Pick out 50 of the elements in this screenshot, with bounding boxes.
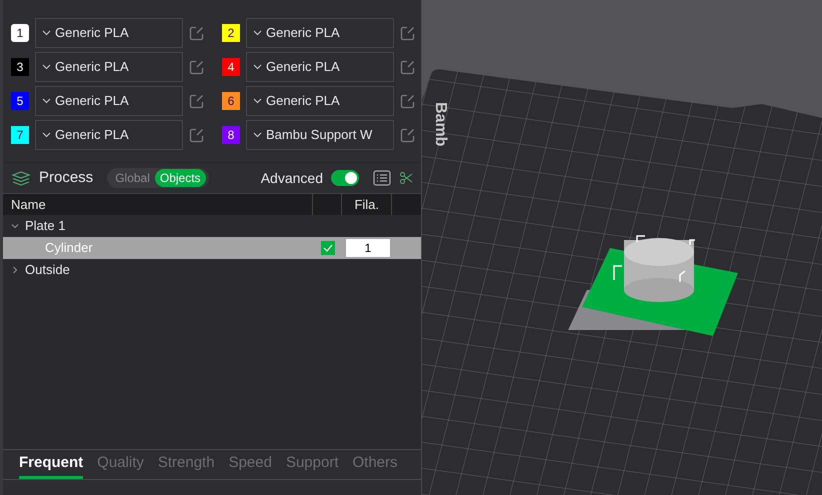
- chevron-icon: [42, 30, 51, 36]
- column-header[interactable]: Name: [3, 194, 312, 215]
- object-row[interactable]: Cylinder 1: [3, 237, 421, 259]
- filament-swatch[interactable]: 5: [11, 92, 29, 110]
- chevron-icon: [42, 98, 51, 104]
- filament-dropdown[interactable]: Generic PLA: [35, 18, 183, 48]
- scissors-icon[interactable]: [399, 171, 413, 185]
- filament-dropdown[interactable]: Generic PLA: [246, 18, 394, 48]
- chevron-icon: [42, 132, 51, 138]
- filament-swatch[interactable]: 6: [222, 92, 240, 110]
- filament-dropdown[interactable]: Generic PLA: [35, 52, 183, 82]
- filament-swatch[interactable]: 4: [222, 58, 240, 76]
- layers-icon: [11, 170, 31, 186]
- chevron-icon: [253, 98, 262, 104]
- edit-icon[interactable]: [400, 94, 415, 108]
- chevron-icon: [42, 64, 51, 70]
- filament-dropdown[interactable]: Generic PLA: [35, 86, 183, 116]
- edit-icon[interactable]: [400, 26, 415, 40]
- list-icon[interactable]: [373, 170, 391, 186]
- filament-dropdown[interactable]: Generic PLA: [35, 120, 183, 150]
- advanced-label: Advanced: [260, 168, 323, 188]
- filament-dropdown[interactable]: Generic PLA: [246, 52, 394, 82]
- filament-dropdown[interactable]: Bambu Support W: [246, 120, 394, 150]
- filament-swatch[interactable]: 1: [11, 24, 29, 42]
- object-row[interactable]: Plate 1: [3, 215, 421, 237]
- filament-swatch[interactable]: 8: [222, 126, 240, 144]
- filament-swatch[interactable]: 2: [222, 24, 240, 42]
- edit-icon[interactable]: [189, 60, 204, 74]
- edit-icon[interactable]: [400, 128, 415, 142]
- chevron-icon[interactable]: [11, 222, 19, 230]
- filament-swatch[interactable]: 7: [11, 126, 29, 144]
- advanced-switch[interactable]: [331, 170, 359, 186]
- object-row[interactable]: Outside: [3, 259, 421, 281]
- object-name: Cylinder: [45, 239, 93, 258]
- filament-swatch[interactable]: 3: [11, 58, 29, 76]
- filament-field[interactable]: 1: [346, 239, 390, 257]
- edit-icon[interactable]: [400, 60, 415, 74]
- chevron-icon[interactable]: [11, 266, 19, 274]
- checkbox[interactable]: [321, 241, 335, 255]
- object-name: Outside: [25, 261, 70, 280]
- object-name: Plate 1: [25, 217, 66, 236]
- edit-icon[interactable]: [189, 128, 204, 142]
- panel-title: Process: [39, 168, 94, 188]
- chevron-icon: [253, 64, 262, 70]
- chevron-icon: [253, 132, 262, 138]
- edit-icon[interactable]: [189, 26, 204, 40]
- edit-icon[interactable]: [189, 94, 204, 108]
- chevron-icon: [253, 30, 262, 36]
- filament-dropdown[interactable]: Generic PLA: [246, 86, 394, 116]
- settings-tab[interactable]: Frequent: [19, 452, 84, 479]
